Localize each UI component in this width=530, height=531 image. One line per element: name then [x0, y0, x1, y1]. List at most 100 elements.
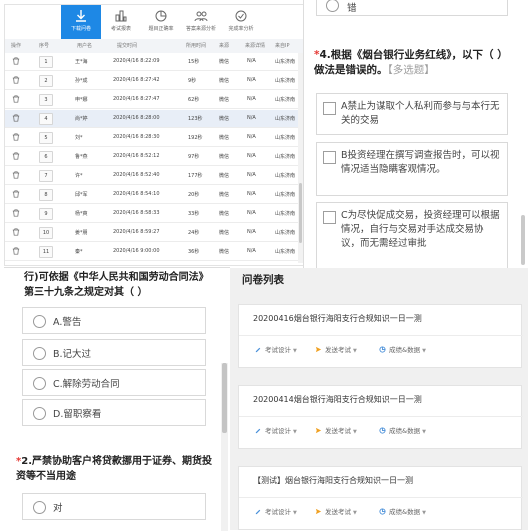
- action-send[interactable]: 发送考试 ▼: [315, 506, 357, 516]
- cell-src: 微信: [219, 249, 230, 255]
- radio-button[interactable]: [33, 347, 46, 360]
- table-row[interactable]: 2 孙*成 2020/4/16 8:27:42 9秒 微信 N/A 山东济南: [5, 72, 303, 90]
- table-row[interactable]: 11 秦* 2020/4/16 9:00:00 36秒 微信 N/A 山东济南: [5, 243, 303, 261]
- action-pencil[interactable]: 考试设计 ▼: [255, 344, 297, 354]
- question-2-title: *2.严禁协助客户将贷款挪用于证券、期货投资等不当用途: [16, 454, 216, 484]
- action-pencil[interactable]: 考试设计 ▼: [255, 425, 297, 435]
- questionnaire-name[interactable]: 【测试】烟台银行海阳支行合规知识一日一测: [253, 475, 413, 486]
- scrollbar-thumb[interactable]: [222, 363, 227, 433]
- radio-button[interactable]: [326, 0, 339, 12]
- pencil-icon: [255, 347, 261, 353]
- checkbox[interactable]: [323, 151, 336, 164]
- action-data[interactable]: 成绩&数据 ▼: [379, 425, 426, 435]
- action-send[interactable]: 发送考试 ▼: [315, 425, 357, 435]
- delete-icon[interactable]: [12, 228, 20, 236]
- delete-icon[interactable]: [12, 95, 20, 103]
- scrollbar-thumb[interactable]: [521, 215, 525, 265]
- delete-icon[interactable]: [12, 171, 20, 179]
- checkbox[interactable]: [323, 211, 336, 224]
- column-header: 来源: [219, 43, 230, 49]
- cell-dur: 177秒: [188, 173, 203, 179]
- delete-icon[interactable]: [12, 209, 20, 217]
- question-text: 2.严禁协助客户将贷款挪用于证券、期货投资等不当用途: [16, 456, 212, 482]
- delete-icon[interactable]: [12, 57, 20, 65]
- cell-ip: 山东济南: [275, 97, 296, 103]
- cell-dur: 62秒: [188, 97, 200, 103]
- cell-no: 3: [39, 94, 53, 106]
- cell-time: 2020/4/16 8:54:10: [113, 191, 160, 197]
- cell-detail: N/A: [247, 96, 256, 102]
- source-analysis-button[interactable]: 答案来源分析: [181, 5, 221, 39]
- action-data[interactable]: 成绩&数据 ▼: [379, 344, 426, 354]
- column-header: 提交时间: [117, 43, 138, 49]
- action-label: 成绩&数据: [389, 508, 421, 516]
- delete-icon[interactable]: [12, 133, 20, 141]
- chevron-down-icon: ▼: [293, 348, 297, 354]
- accuracy-button[interactable]: 题目正确率: [141, 5, 181, 39]
- questionnaire-name[interactable]: 20200414烟台银行海阳支行合规知识一日一测: [253, 394, 422, 405]
- action-data[interactable]: 成绩&数据 ▼: [379, 506, 426, 516]
- table-row[interactable]: 5 刘* 2020/4/16 8:28:30 192秒 微信 N/A 山东济南: [5, 129, 303, 147]
- questionnaire-name[interactable]: 20200416烟台银行海阳支行合规知识一日一测: [253, 313, 422, 324]
- checkbox[interactable]: [323, 102, 336, 115]
- delete-icon[interactable]: [12, 114, 20, 122]
- radio-button[interactable]: [33, 501, 46, 514]
- option-c[interactable]: C为尽快促成交易，投资经理可以根据情况，自行与交易对手达成交易协议，而无需经过审…: [316, 202, 508, 268]
- column-header: 来自IP: [275, 43, 290, 49]
- toolbar-label: 考试报表: [110, 26, 131, 32]
- table-row[interactable]: 10 姜*朋 2020/4/16 8:59:27 24秒 微信 N/A 山东济南: [5, 224, 303, 242]
- cell-no: 9: [39, 208, 53, 220]
- table-row[interactable]: 8 邱*军 2020/4/16 8:54:10 20秒 微信 N/A 山东济南: [5, 186, 303, 204]
- cell-dur: 24秒: [188, 230, 200, 236]
- cell-ip: 山东济南: [275, 116, 296, 122]
- table-row[interactable]: 9 杨*爽 2020/4/16 8:58:33 33秒 微信 N/A 山东济南: [5, 205, 303, 223]
- cell-src: 微信: [219, 192, 230, 198]
- option-c[interactable]: C.解除劳动合同: [22, 369, 206, 396]
- table-row[interactable]: 1 王*海 2020/4/16 8:22:09 15秒 微信 N/A 山东济南: [5, 53, 303, 71]
- cell-ip: 山东济南: [275, 78, 296, 84]
- cell-src: 微信: [219, 173, 230, 179]
- question-scrollbar[interactable]: [521, 0, 526, 268]
- send-icon: [315, 346, 322, 353]
- question-1-panel: 行)可依据《中华人民共和国劳动合同法》第三十九条之规定对其（ ） A.警告 B.…: [4, 267, 230, 531]
- scrollbar-thumb[interactable]: [299, 183, 302, 243]
- delete-icon[interactable]: [12, 152, 20, 160]
- cell-user: 申*娜: [75, 97, 88, 103]
- action-pencil[interactable]: 考试设计 ▼: [255, 506, 297, 516]
- option-true[interactable]: 对: [22, 493, 206, 520]
- option-b[interactable]: B.记大过: [22, 339, 206, 366]
- action-send[interactable]: 发送考试 ▼: [315, 344, 357, 354]
- option-a[interactable]: A禁止为谋取个人私利而参与与本行无关的交易: [316, 93, 508, 135]
- delete-icon[interactable]: [12, 247, 20, 255]
- table-row[interactable]: 3 申*娜 2020/4/16 8:27:47 62秒 微信 N/A 山东济南: [5, 91, 303, 109]
- option-a[interactable]: A.警告: [22, 307, 206, 334]
- action-label: 发送考试: [325, 508, 351, 516]
- option-text: A禁止为谋取个人私利而参与与本行无关的交易: [341, 101, 500, 126]
- questionnaire-card[interactable]: 【测试】烟台银行海阳支行合规知识一日一测 考试设计 ▼ 发送考试 ▼ 成绩&数据 ▼: [238, 466, 523, 530]
- cell-no: 5: [39, 132, 53, 144]
- pencil-icon: [255, 509, 261, 515]
- radio-button[interactable]: [33, 377, 46, 390]
- exam-report-button[interactable]: 考试报表: [101, 5, 141, 39]
- table-row[interactable]: 7 许* 2020/4/16 8:52:40 177秒 微信 N/A 山东济南: [5, 167, 303, 185]
- radio-button[interactable]: [33, 315, 46, 328]
- download-questionnaire-button[interactable]: 下载问卷: [61, 5, 101, 39]
- table-row[interactable]: 6 鲁*燕 2020/4/16 8:52:12 97秒 微信 N/A 山东济南: [5, 148, 303, 166]
- cell-no: 1: [39, 56, 53, 68]
- cell-no: 11: [39, 246, 53, 258]
- table-row[interactable]: 4 尚*婷 2020/4/16 8:28:00 123秒 微信 N/A 山东济南: [5, 110, 303, 128]
- column-header: 用户名: [77, 43, 93, 49]
- completion-analysis-button[interactable]: 完成率分析: [221, 5, 261, 39]
- chevron-down-icon: ▼: [293, 510, 297, 516]
- option-d[interactable]: D.留职察看: [22, 399, 206, 426]
- toolbar-label: 完成率分析: [228, 26, 254, 32]
- previous-option[interactable]: 错: [316, 0, 508, 16]
- question-scrollbar[interactable]: [221, 363, 228, 531]
- option-text: C.解除劳动合同: [53, 379, 120, 390]
- option-b[interactable]: B投资经理在撰写调查报告时，可以视情况适当隐瞒客观情况。: [316, 142, 508, 196]
- radio-button[interactable]: [33, 407, 46, 420]
- delete-icon[interactable]: [12, 76, 20, 84]
- questionnaire-card[interactable]: 20200416烟台银行海阳支行合规知识一日一测 考试设计 ▼ 发送考试 ▼ 成绩&数据 ▼: [238, 304, 523, 368]
- delete-icon[interactable]: [12, 190, 20, 198]
- questionnaire-card[interactable]: 20200414烟台银行海阳支行合规知识一日一测 考试设计 ▼ 发送考试 ▼ 成绩&数据 ▼: [238, 385, 523, 449]
